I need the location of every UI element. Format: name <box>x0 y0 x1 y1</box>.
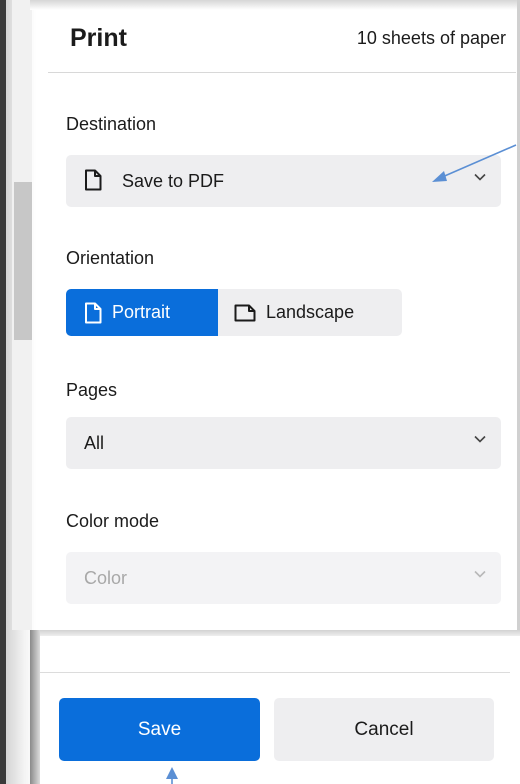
landscape-label: Landscape <box>266 302 355 322</box>
color-mode-label: Color mode <box>66 511 160 531</box>
orientation-toggle: Portrait Landscape <box>66 289 402 336</box>
footer-shadow <box>30 630 40 784</box>
save-button[interactable]: Save <box>59 698 260 761</box>
pages-label: Pages <box>66 380 118 400</box>
pages-select[interactable]: All <box>66 417 501 469</box>
destination-value: Save to PDF <box>122 171 225 191</box>
page-title: Print <box>70 24 127 52</box>
document-icon <box>85 169 102 191</box>
print-dialog: Print 10 sheets of paper Destination Sav… <box>0 0 520 784</box>
portrait-option[interactable]: Portrait <box>66 289 218 336</box>
portrait-label: Portrait <box>112 302 171 322</box>
chevron-down-icon <box>474 173 486 181</box>
chevron-down-icon <box>474 570 486 578</box>
print-header: Print 10 sheets of paper <box>48 0 516 73</box>
landscape-icon <box>234 304 256 321</box>
preview-scrollbar-thumb[interactable] <box>14 182 32 340</box>
cancel-button[interactable]: Cancel <box>274 698 494 761</box>
orientation-label: Orientation <box>66 248 155 268</box>
print-settings-panel: Print 10 sheets of paper Destination Sav… <box>48 0 516 630</box>
color-mode-select: Color <box>66 552 501 604</box>
dialog-footer: Save Cancel <box>40 636 520 784</box>
pages-value: All <box>84 433 105 453</box>
portrait-icon <box>85 302 102 323</box>
window-edge <box>0 0 6 784</box>
destination-label: Destination <box>66 114 157 134</box>
destination-select[interactable]: Save to PDF <box>66 155 501 207</box>
color-mode-value: Color <box>84 568 128 588</box>
chevron-down-icon <box>474 435 486 443</box>
landscape-option[interactable]: Landscape <box>218 289 402 336</box>
sheet-count: 10 sheets of paper <box>356 28 506 48</box>
footer-divider <box>40 672 510 673</box>
